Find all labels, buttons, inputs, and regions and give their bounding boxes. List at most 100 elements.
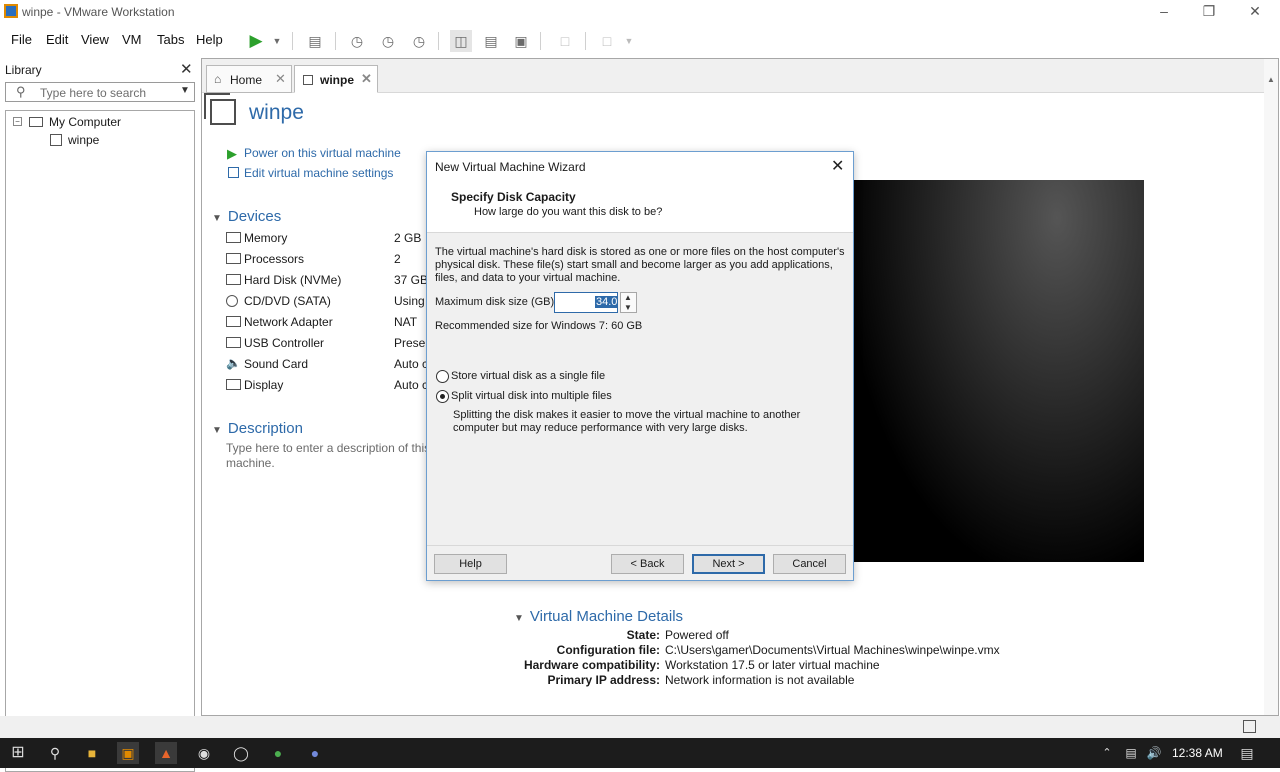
volume-tray-icon[interactable]: 🔊 (1143, 742, 1165, 764)
full-screen-icon[interactable]: ▣ (510, 30, 532, 52)
library-search-input[interactable]: ⚲ Type here to search ▼ (5, 82, 195, 102)
memory-icon (226, 232, 241, 243)
vmware-app-icon (4, 4, 18, 18)
detail-state-value: Powered off (665, 628, 729, 642)
tree-item-my-computer[interactable]: My Computer (49, 115, 121, 129)
power-on-link[interactable]: Power on this virtual machine (244, 146, 401, 160)
device-memory[interactable]: Memory (244, 231, 287, 245)
menu-file[interactable]: File (11, 32, 32, 47)
taskbar-clock[interactable]: 12:38 AM (1172, 746, 1223, 760)
search-icon[interactable]: ⚲ (44, 742, 66, 764)
max-disk-size-input[interactable]: 34.0 (554, 292, 619, 313)
device-display[interactable]: Display (244, 378, 283, 392)
disk-size-spinner[interactable]: ▲ ▼ (620, 292, 637, 313)
close-window-button[interactable]: ✕ (1245, 2, 1265, 20)
network-tray-icon[interactable]: ▤ (1120, 742, 1142, 764)
tab-close-icon[interactable]: ✕ (361, 71, 372, 87)
show-library-icon[interactable]: ◫ (450, 30, 472, 52)
description-field[interactable]: Type here to enter a description of this… (226, 441, 436, 471)
menu-edit[interactable]: Edit (46, 32, 68, 47)
snapshot-icon[interactable]: ◷ (346, 30, 368, 52)
main-scrollbar[interactable]: ▲ (1264, 59, 1278, 715)
spin-down-icon[interactable]: ▼ (624, 303, 632, 312)
tab-home[interactable]: ⌂ Home ✕ (206, 65, 292, 93)
edit-settings-link[interactable]: Edit virtual machine settings (244, 166, 393, 180)
dialog-close-icon[interactable]: ✕ (831, 156, 844, 176)
menu-view[interactable]: View (81, 32, 109, 47)
device-processors[interactable]: Processors (244, 252, 304, 266)
show-hidden-icons-icon[interactable]: ⌃ (1096, 742, 1118, 764)
cancel-button[interactable]: Cancel (773, 554, 846, 574)
split-files-label[interactable]: Split virtual disk into multiple files (451, 390, 612, 402)
device-sound-card[interactable]: Sound Card (244, 357, 308, 371)
details-section-header[interactable]: ▼ Virtual Machine Details (514, 608, 683, 625)
library-tree: − My Computer winpe (5, 110, 195, 772)
discord-icon[interactable]: ● (304, 742, 326, 764)
devices-section-header[interactable]: ▼ Devices (212, 208, 281, 225)
toolbar-separator (292, 32, 293, 50)
message-log-icon[interactable] (1243, 720, 1256, 733)
steam-icon[interactable]: ◉ (193, 742, 215, 764)
restore-button[interactable]: ❐ (1199, 2, 1219, 20)
notifications-icon[interactable]: ▤ (1236, 742, 1258, 764)
tab-close-icon[interactable]: ✕ (275, 71, 286, 87)
single-file-radio[interactable] (436, 370, 449, 383)
toolbar-separator (585, 32, 586, 50)
scroll-up-icon[interactable]: ▲ (1267, 75, 1275, 84)
single-file-label[interactable]: Store virtual disk as a single file (451, 370, 605, 382)
power-on-action-icon: ▶ (227, 146, 237, 161)
windows-start-icon[interactable]: ⊞ (7, 742, 29, 764)
collapse-toggle-icon[interactable]: − (13, 117, 22, 126)
library-title: Library (5, 63, 42, 77)
power-on-icon[interactable]: ▶ (245, 30, 267, 52)
menu-tabs[interactable]: Tabs (157, 32, 184, 47)
spin-up-icon[interactable]: ▲ (624, 293, 632, 302)
console-view-icon[interactable]: □ (554, 30, 576, 52)
back-button[interactable]: < Back (611, 554, 684, 574)
vmware-taskbar-icon[interactable]: ▣ (117, 742, 139, 764)
dialog-footer-separator (427, 545, 853, 546)
tree-item-winpe[interactable]: winpe (68, 133, 99, 147)
split-files-radio[interactable] (436, 390, 449, 403)
tab-winpe[interactable]: winpe ✕ (294, 65, 378, 93)
search-icon: ⚲ (16, 84, 26, 99)
network-adapter-icon (226, 316, 241, 327)
send-ctrl-alt-del-icon[interactable]: ▤ (304, 30, 326, 52)
device-usb-controller[interactable]: USB Controller (244, 336, 324, 350)
show-thumbnail-bar-icon[interactable]: ▤ (480, 30, 502, 52)
vm-icon (50, 134, 62, 146)
new-vm-wizard-dialog: New Virtual Machine Wizard ✕ Specify Dis… (426, 151, 854, 581)
next-button[interactable]: Next > (692, 554, 765, 574)
dialog-intro-text: The virtual machine's hard disk is store… (435, 246, 845, 284)
snapshot-manager-icon[interactable]: ◷ (408, 30, 430, 52)
power-dropdown-icon[interactable]: ▼ (266, 30, 288, 52)
max-size-label: Maximum disk size (GB): (435, 296, 558, 308)
device-hard-disk[interactable]: Hard Disk (NVMe) (244, 273, 341, 287)
help-button[interactable]: Help (434, 554, 507, 574)
chrome-icon[interactable]: ● (267, 742, 289, 764)
device-cd-dvd[interactable]: CD/DVD (SATA) (244, 294, 331, 308)
vm-preview-screen[interactable] (854, 180, 1144, 562)
usb-icon (226, 337, 241, 348)
recommended-size-text: Recommended size for Windows 7: 60 GB (435, 320, 643, 332)
library-close-icon[interactable]: ✕ (180, 60, 193, 78)
stretch-dropdown-icon[interactable]: ▼ (618, 30, 640, 52)
dialog-subheading: How large do you want this disk to be? (474, 206, 663, 218)
device-display-value: Auto c (394, 378, 429, 392)
minimize-button[interactable]: – (1154, 2, 1174, 20)
search-dropdown-icon[interactable]: ▼ (180, 85, 190, 96)
stretch-guest-icon[interactable]: □ (596, 30, 618, 52)
device-network-adapter[interactable]: Network Adapter (244, 315, 333, 329)
menu-vm[interactable]: VM (122, 32, 142, 47)
app-circle-icon[interactable]: ◯ (230, 742, 252, 764)
tab-bar: ⌂ Home ✕ winpe ✕ (202, 59, 1278, 93)
home-icon: ⌂ (214, 72, 222, 86)
app-taskbar-icon[interactable]: ▲ (155, 742, 177, 764)
file-explorer-icon[interactable]: ■ (81, 742, 103, 764)
revert-snapshot-icon[interactable]: ◷ (377, 30, 399, 52)
max-disk-size-value: 34.0 (595, 296, 619, 308)
menu-help[interactable]: Help (196, 32, 223, 47)
description-section-header[interactable]: ▼ Description (212, 420, 303, 437)
dialog-header: New Virtual Machine Wizard ✕ Specify Dis… (427, 152, 853, 233)
sound-icon: 🔈 (226, 356, 241, 370)
